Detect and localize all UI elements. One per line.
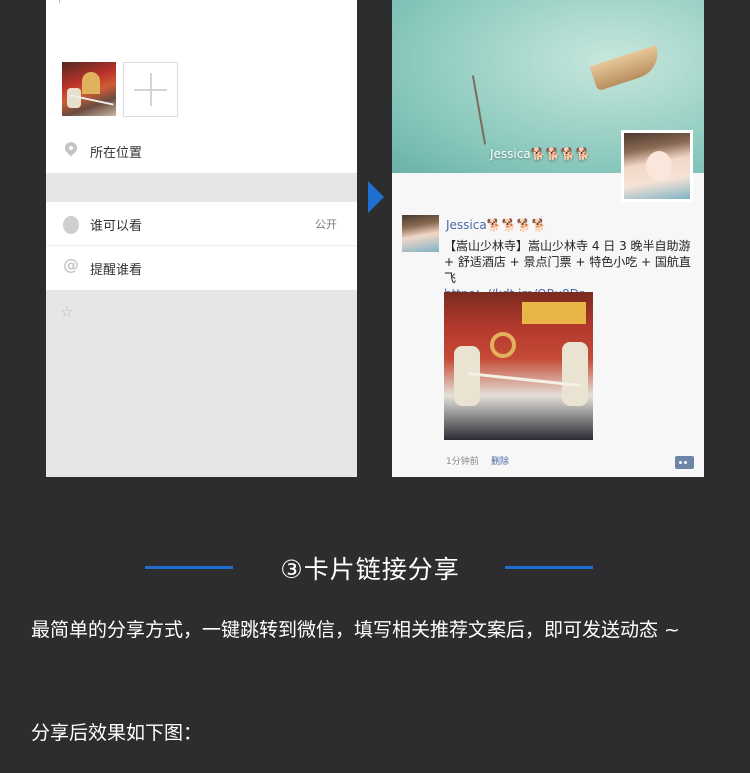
visibility-value: 公开 — [315, 218, 337, 231]
comment-icon[interactable] — [675, 456, 694, 469]
heading-divider-left — [145, 566, 233, 569]
post-image[interactable] — [444, 292, 593, 440]
result-caption: 分享后效果如下图： — [31, 722, 203, 744]
visibility-row[interactable]: 谁可以看 公开 — [46, 202, 357, 246]
description-paragraph: 最简单的分享方式，一键跳转到微信，填写相关推荐文案后，即可发送动态 ~ — [31, 619, 680, 641]
globe-icon — [63, 216, 79, 234]
location-label: 所在位置 — [90, 146, 143, 161]
post-timestamp: 1分钟前 — [446, 457, 479, 467]
selected-photo-thumbnail[interactable] — [62, 62, 116, 116]
remind-row[interactable]: @ 提醒谁看 — [46, 246, 357, 290]
compose-moment-screen: 所在位置 谁可以看 公开 @ 提醒谁看 ☆ — [46, 0, 357, 477]
post-avatar[interactable] — [402, 215, 439, 252]
cover-user-name: Jessica🐕🐕🐕🐕 — [490, 147, 591, 161]
text-cursor — [59, 0, 60, 3]
arrow-right-icon — [368, 181, 384, 213]
remind-label: 提醒谁看 — [90, 263, 143, 278]
star-icon[interactable]: ☆ — [60, 303, 73, 321]
add-photo-icon[interactable] — [123, 62, 178, 117]
visibility-label: 谁可以看 — [90, 219, 143, 234]
location-pin-icon — [62, 139, 80, 157]
moments-feed-screen: Jessica🐕🐕🐕🐕 Jessica🐕🐕🐕🐕 【嵩山少林寺】嵩山少林寺 4 日… — [392, 0, 704, 477]
profile-avatar[interactable] — [621, 130, 693, 202]
location-row[interactable]: 所在位置 — [46, 129, 357, 173]
post-user-name[interactable]: Jessica🐕🐕🐕🐕 — [446, 218, 546, 232]
section-heading: ③卡片链接分享 — [280, 555, 460, 584]
at-icon: @ — [63, 255, 79, 274]
post-text: 【嵩山少林寺】嵩山少林寺 4 日 3 晚半自助游 + 舒适酒店 + 景点门票 +… — [444, 239, 691, 285]
delete-link[interactable]: 删除 — [491, 454, 509, 467]
heading-divider-right — [505, 566, 593, 569]
